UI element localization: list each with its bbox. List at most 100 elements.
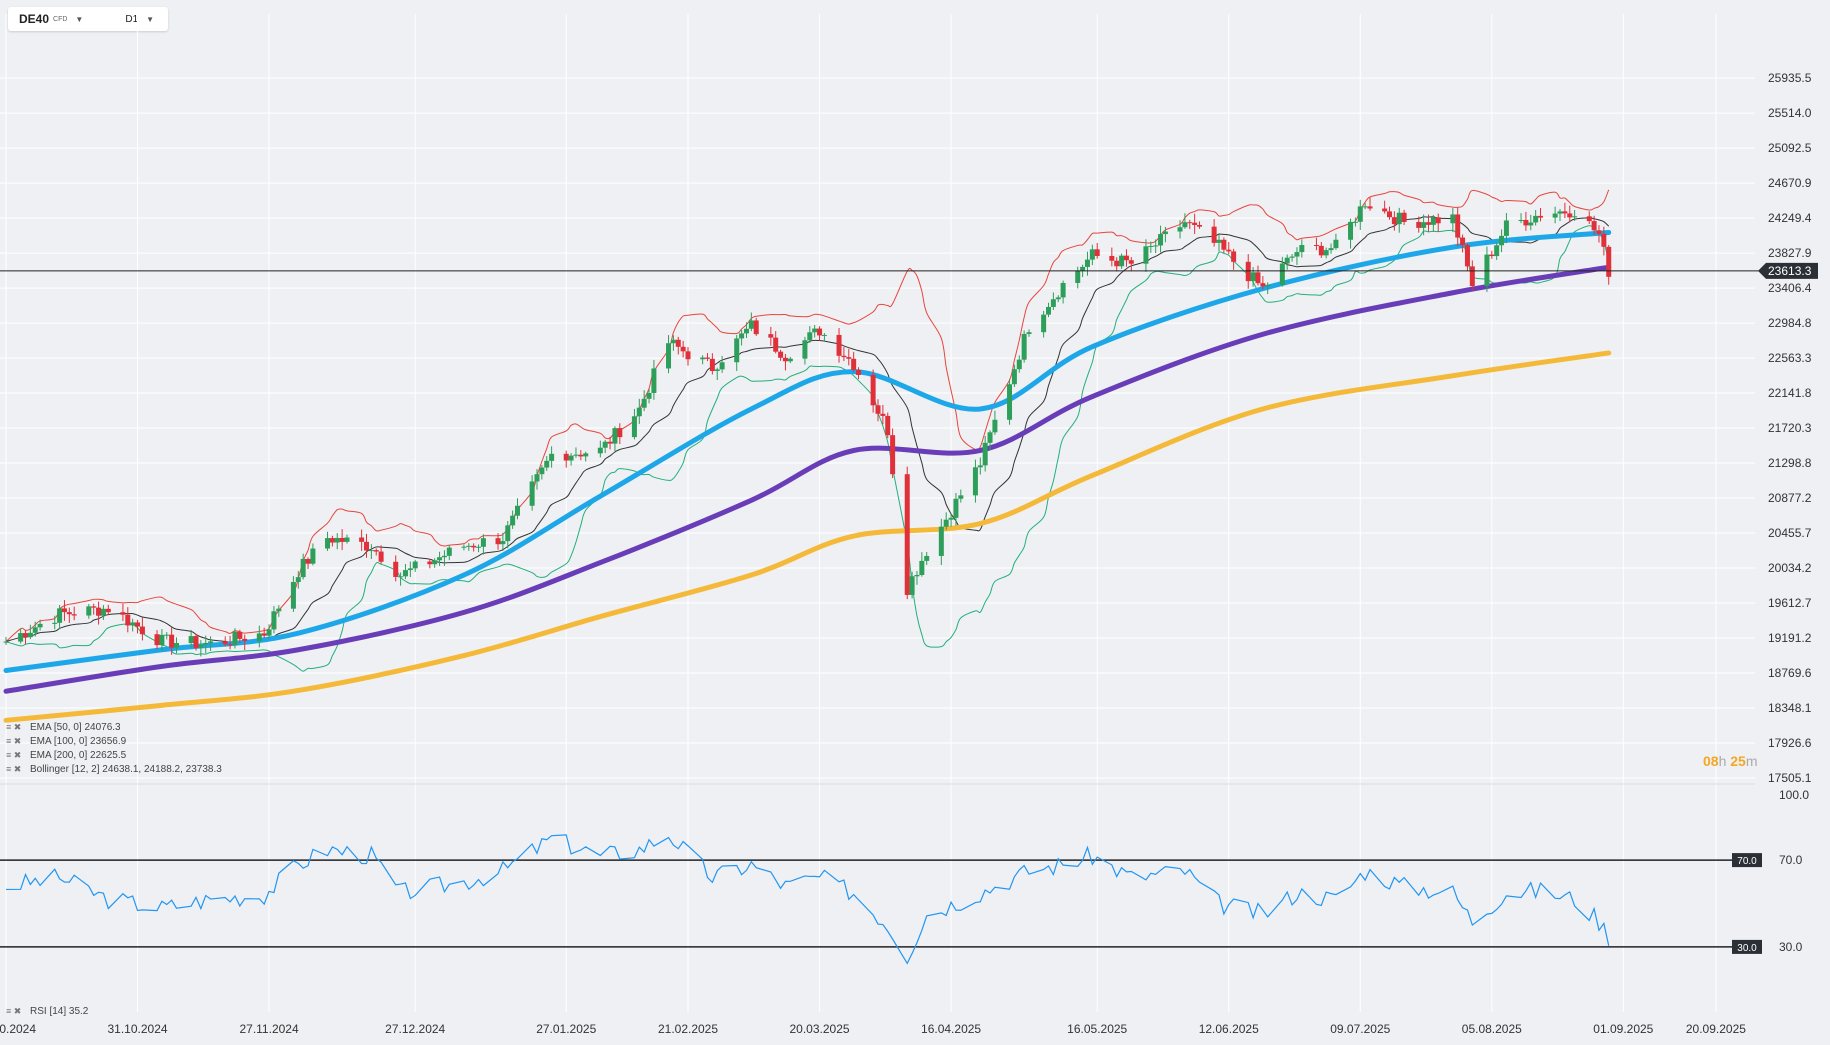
candle-body <box>1352 221 1358 223</box>
candle-body <box>685 351 691 360</box>
candle-body <box>734 338 740 363</box>
candle-body <box>505 525 511 542</box>
candle-body <box>948 517 954 520</box>
candle-body <box>344 537 350 542</box>
candle-body <box>266 629 272 636</box>
legend-settings-icon[interactable]: ≡ ✖ <box>6 764 21 774</box>
candle-body <box>154 634 160 646</box>
x-tick-label: 31.10.2024 <box>107 1022 167 1036</box>
candle-body <box>1586 216 1592 222</box>
candle-body <box>1460 237 1466 246</box>
candle-body <box>105 608 111 613</box>
candle-body <box>1450 214 1456 224</box>
y-tick-label: 21720.3 <box>1768 421 1812 435</box>
candle-body <box>812 328 818 333</box>
candle-body <box>529 481 535 506</box>
candle-body <box>670 339 676 344</box>
candle-body <box>120 612 126 615</box>
y-tick-label: 22141.8 <box>1768 386 1812 400</box>
candle-body <box>1216 239 1222 243</box>
bollinger-mid-line <box>5 216 1610 643</box>
candle-body <box>904 474 910 595</box>
y-tick-label: 24249.4 <box>1768 211 1812 225</box>
candle-body <box>188 636 194 644</box>
bollinger-upper-line <box>5 189 1610 642</box>
candle-body <box>919 560 925 575</box>
candle-body <box>71 614 77 616</box>
candle-body <box>704 357 710 359</box>
candle-body <box>890 435 896 475</box>
candle-body <box>198 644 204 648</box>
y-tick-label: 19191.2 <box>1768 631 1812 645</box>
ema-lines <box>3 229 1612 723</box>
rsi-settings-icon[interactable]: ≡ ✖ <box>6 1006 21 1016</box>
candle-body <box>597 447 603 454</box>
candle-body <box>1469 266 1475 287</box>
candle-body <box>1109 256 1115 261</box>
candle-body <box>1060 282 1066 298</box>
candle-body <box>675 339 681 347</box>
legend-settings-icon[interactable]: ≡ ✖ <box>6 750 21 760</box>
candle-body <box>359 537 365 542</box>
candle-body <box>1591 221 1597 231</box>
candle-body <box>22 633 28 638</box>
candle-body <box>719 362 725 370</box>
candle-body <box>1075 270 1081 283</box>
candle-body <box>1421 222 1427 228</box>
candle-body <box>18 633 24 642</box>
candle-body <box>914 574 920 577</box>
candle-body <box>1128 260 1134 264</box>
candle-body <box>27 632 33 638</box>
candle-body <box>1528 222 1534 226</box>
candle-body <box>1094 249 1100 257</box>
candle-body <box>714 369 720 371</box>
candle-body <box>1362 206 1368 208</box>
candle-body <box>768 334 774 338</box>
candle-body <box>1299 245 1305 253</box>
candle-body <box>37 623 43 628</box>
candle-body <box>169 634 175 648</box>
candle-body <box>680 346 686 352</box>
candle-body <box>1518 219 1524 221</box>
candle-body <box>363 541 369 551</box>
ema-line-50 <box>3 229 1612 673</box>
candle-body <box>1538 215 1544 218</box>
price-chart[interactable]: 25935.5 25514.0 25092.5 24670.9 24249.4 23827… <box>0 0 1830 1045</box>
legend-settings-icon[interactable]: ≡ ✖ <box>6 736 21 746</box>
candle-body <box>1391 217 1397 225</box>
candle-body <box>666 343 672 369</box>
candle-body <box>1260 283 1266 287</box>
ema-line-100 <box>3 264 1612 694</box>
candle-body <box>1562 211 1568 214</box>
candle-body <box>1016 359 1022 370</box>
candle-body <box>709 358 715 371</box>
candle-body <box>1158 234 1164 246</box>
candle-body <box>466 545 472 547</box>
candle-body <box>909 576 915 595</box>
candle-body <box>1294 252 1300 257</box>
candle-body <box>135 622 141 627</box>
candle-body <box>261 633 267 636</box>
candle-body <box>3 641 9 643</box>
candle-body <box>515 505 521 516</box>
candle-body <box>407 568 413 571</box>
candle-body <box>1552 213 1558 218</box>
candle-body <box>778 351 784 358</box>
candle-body <box>1387 211 1393 218</box>
x-tick-label: 16.05.2025 <box>1067 1022 1127 1036</box>
candle-body <box>563 453 569 461</box>
candle-body <box>534 474 540 482</box>
candle-body <box>544 460 550 468</box>
candle-body <box>1430 217 1436 225</box>
candle-body <box>739 333 745 339</box>
candle-body <box>1182 222 1188 228</box>
candle-body <box>885 415 891 436</box>
candle-body <box>1435 217 1441 224</box>
legend-settings-icon[interactable]: ≡ ✖ <box>6 722 21 732</box>
y-tick-label: 25092.5 <box>1768 141 1812 155</box>
candle-body <box>139 626 145 635</box>
candle-body <box>1557 211 1563 214</box>
x-tick-label: 04.10.2024 <box>0 1022 36 1036</box>
candle-body <box>943 519 949 527</box>
candle-body <box>841 355 847 358</box>
